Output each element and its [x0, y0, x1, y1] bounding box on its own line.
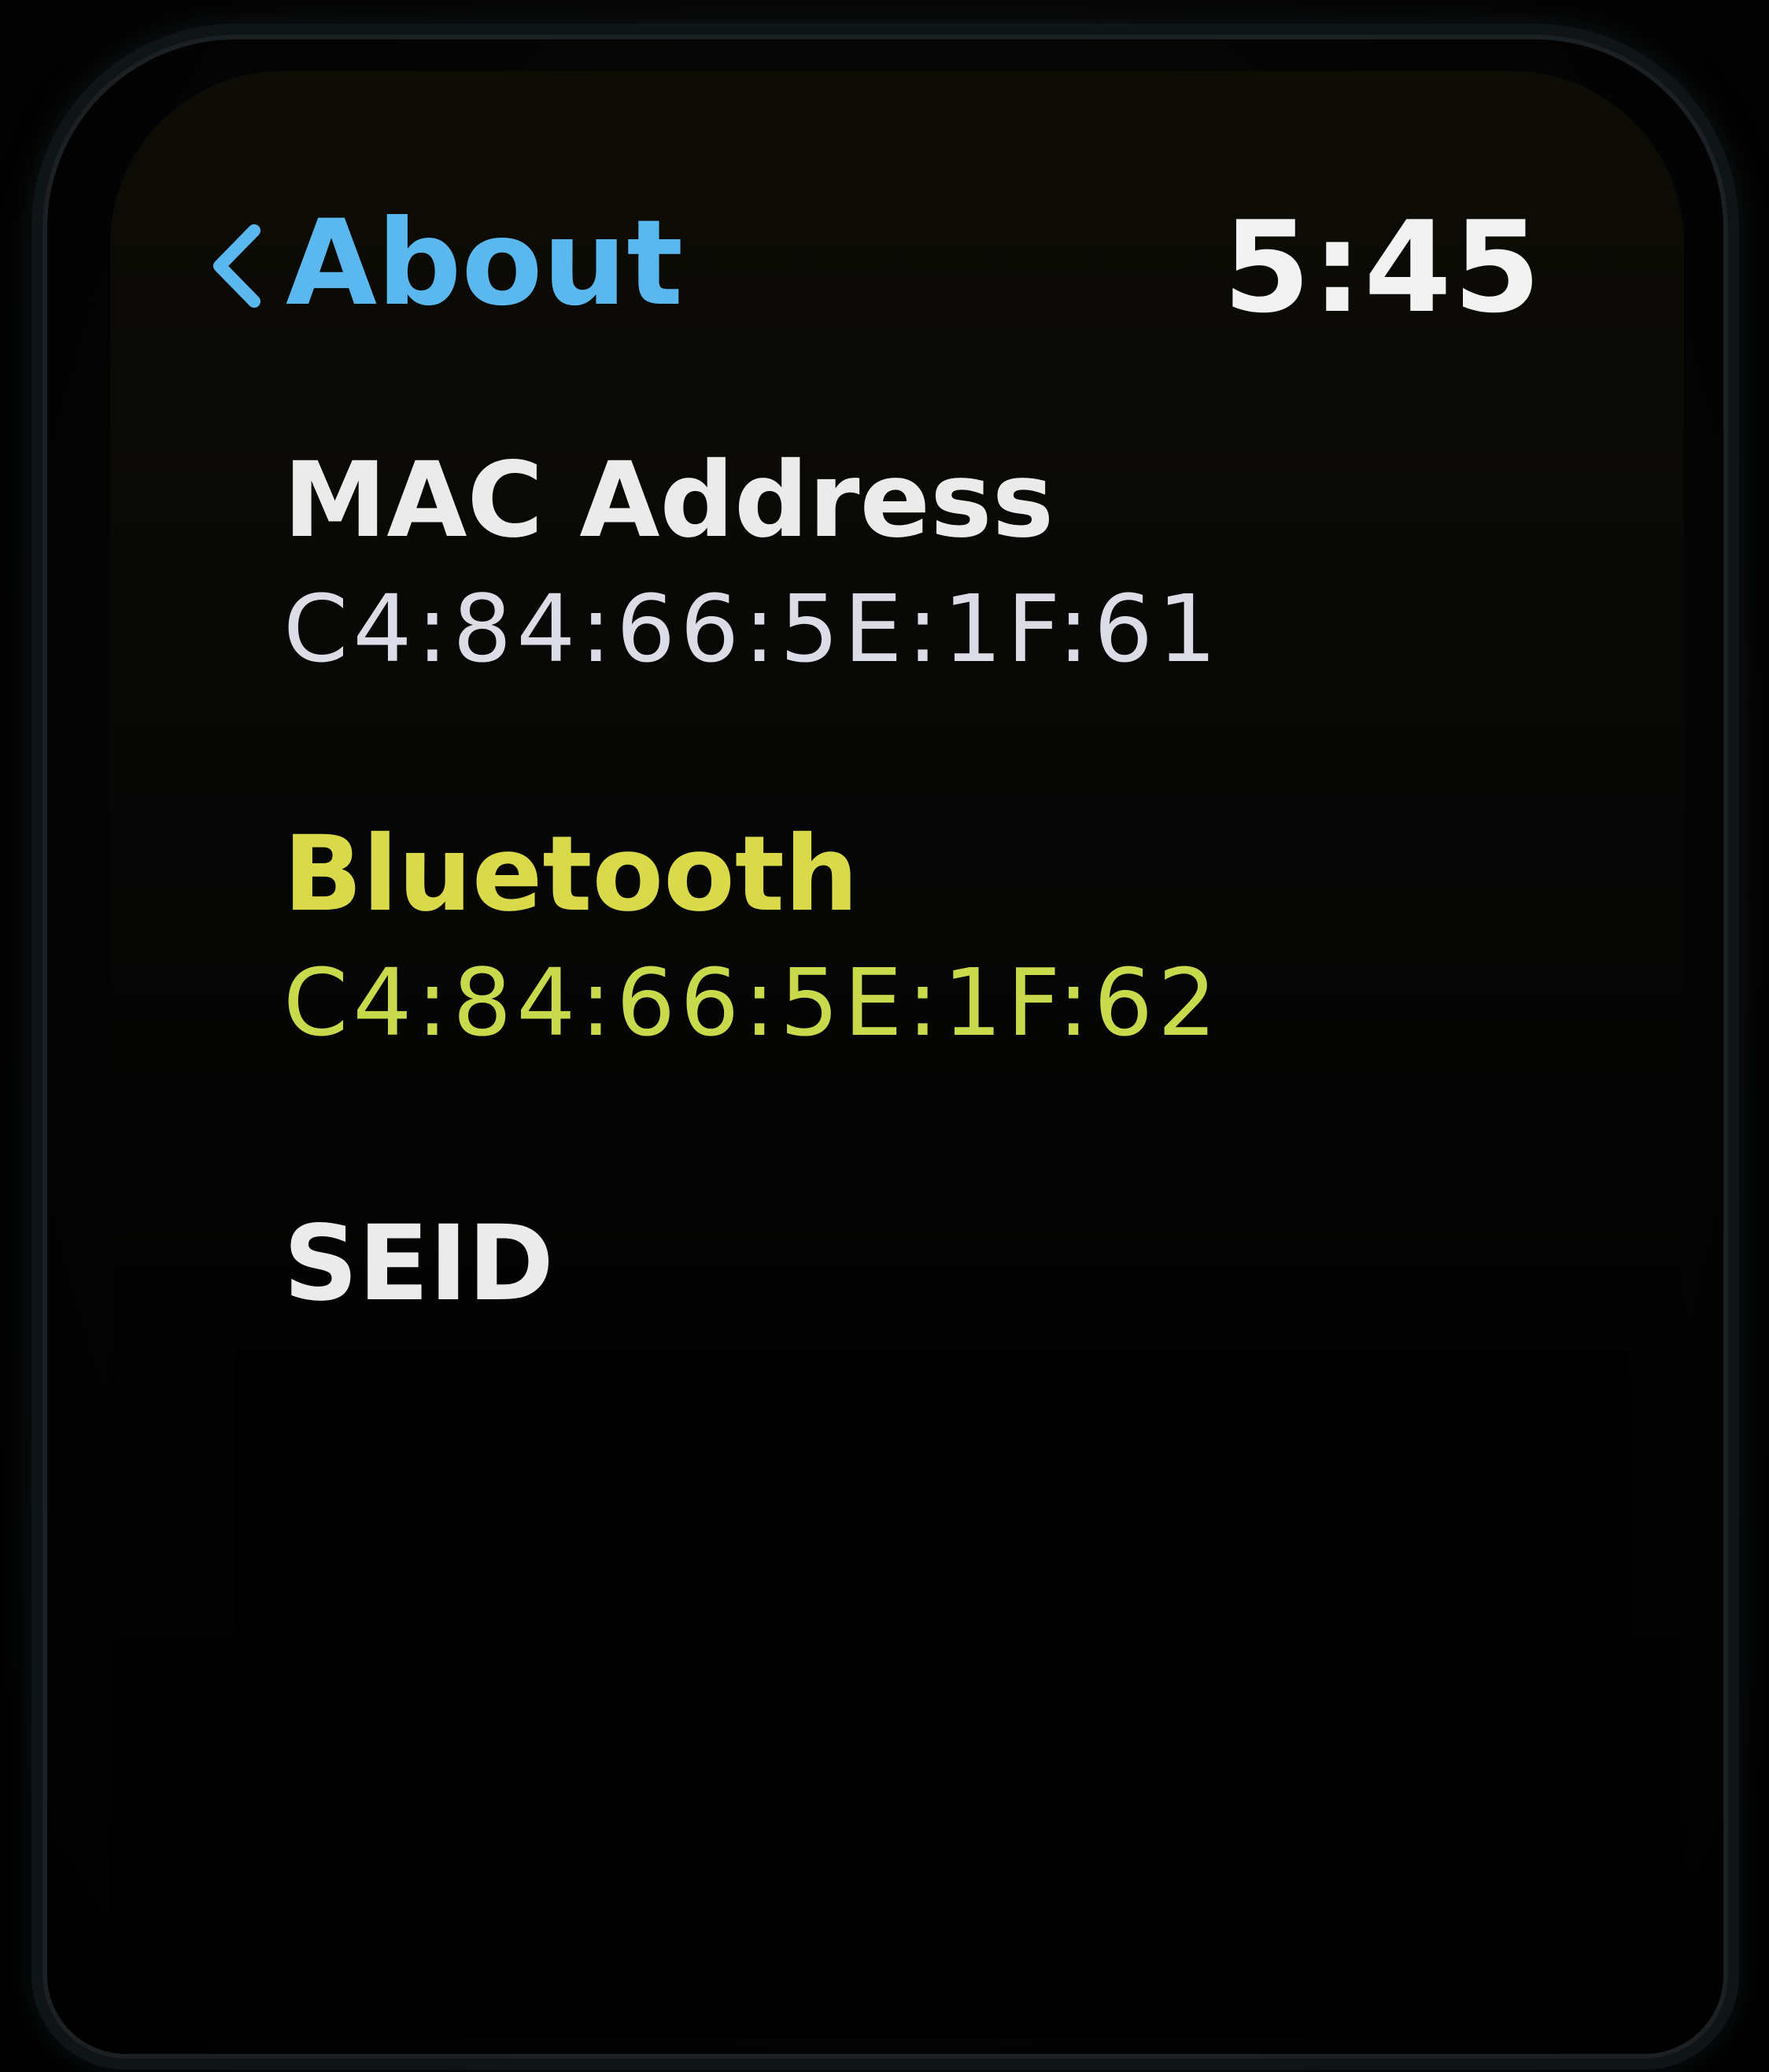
clock-time: 5:45	[1223, 194, 1542, 341]
chevron-left-icon	[213, 224, 260, 308]
watch-bezel: About 5:45 MAC Address C4:84:66:5E:1F:61…	[0, 0, 1769, 2072]
mac-address-value: C4:84:66:5E:1F:61	[283, 574, 1222, 683]
back-button-label: About	[286, 195, 684, 332]
navigation-bar: About 5:45	[110, 71, 1684, 331]
list-item-mac-address: MAC Address C4:84:66:5E:1F:61	[283, 449, 1221, 675]
bluetooth-value: C4:84:66:5E:1F:62	[283, 948, 1222, 1057]
list-item-bluetooth: Bluetooth C4:84:66:5E:1F:62	[283, 822, 1221, 1049]
watch-screen[interactable]: About 5:45 MAC Address C4:84:66:5E:1F:61…	[110, 71, 1684, 2038]
seid-label: SEID	[283, 1203, 554, 1324]
redacted-area	[236, 1350, 1629, 1900]
list-item-seid: SEID	[283, 1212, 554, 1346]
mac-address-label: MAC Address	[283, 440, 1054, 561]
back-button[interactable]: About	[209, 205, 683, 323]
bluetooth-label: Bluetooth	[283, 814, 859, 935]
